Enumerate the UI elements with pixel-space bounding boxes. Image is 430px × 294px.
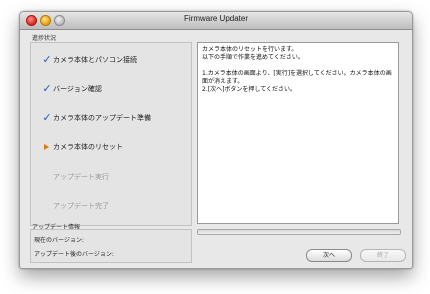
instruction-line: 1.カメラ本体の画面より、[実行]を選択してください。カメラ本体の画面が消えます… — [202, 70, 392, 85]
step-item: ✓ バージョン確認 — [31, 83, 191, 97]
step-item: アップデート完了 — [31, 200, 191, 214]
checkmark-icon: ✓ — [42, 82, 52, 95]
after-update-version-label: アップデート後のバージョン: — [34, 251, 114, 258]
step-label: カメラ本体とパソコン接続 — [53, 56, 137, 64]
instruction-line: 2.[次へ]ボタンを押してください。 — [202, 86, 297, 93]
next-button[interactable]: 次へ — [306, 249, 352, 262]
update-info-panel: 現在のバージョン: アップデート後のバージョン: — [30, 229, 192, 263]
current-step-arrow-icon — [42, 141, 52, 153]
step-item: ✓ カメラ本体とパソコン接続 — [31, 54, 191, 68]
progress-bar — [197, 229, 401, 235]
current-version-label: 現在のバージョン: — [34, 237, 84, 244]
step-item: ✓ カメラ本体のアップデート準備 — [31, 112, 191, 126]
instruction-spacer — [202, 62, 394, 70]
instruction-line: カメラ本体のリセットを行います。 — [202, 46, 298, 53]
instruction-line: 以下の手順で作業を進めてください。 — [202, 54, 304, 61]
step-item-current: カメラ本体のリセット — [31, 141, 191, 155]
title-bar[interactable]: Firmware Updater — [20, 12, 412, 30]
step-label: アップデート完了 — [53, 202, 109, 210]
step-label: アップデート実行 — [53, 173, 109, 181]
step-label: カメラ本体のリセット — [53, 143, 123, 151]
step-label: カメラ本体のアップデート準備 — [53, 114, 151, 122]
window-title: Firmware Updater — [183, 14, 248, 23]
finish-button[interactable]: 終了 — [360, 249, 406, 262]
step-label: バージョン確認 — [53, 85, 102, 93]
checkmark-icon: ✓ — [42, 53, 52, 66]
progress-section-label: 進捗状況 — [32, 35, 57, 42]
checkmark-icon: ✓ — [42, 111, 52, 124]
step-item: アップデート実行 — [31, 171, 191, 185]
firmware-updater-window: Firmware Updater 進捗状況 ✓ カメラ本体とパソコン接続 ✓ バ… — [19, 11, 413, 269]
steps-panel: ✓ カメラ本体とパソコン接続 ✓ バージョン確認 ✓ カメラ本体のアップデート準… — [30, 42, 192, 226]
instructions-text-box[interactable]: カメラ本体のリセットを行います。 以下の手順で作業を進めてください。 1.カメラ… — [197, 42, 399, 224]
